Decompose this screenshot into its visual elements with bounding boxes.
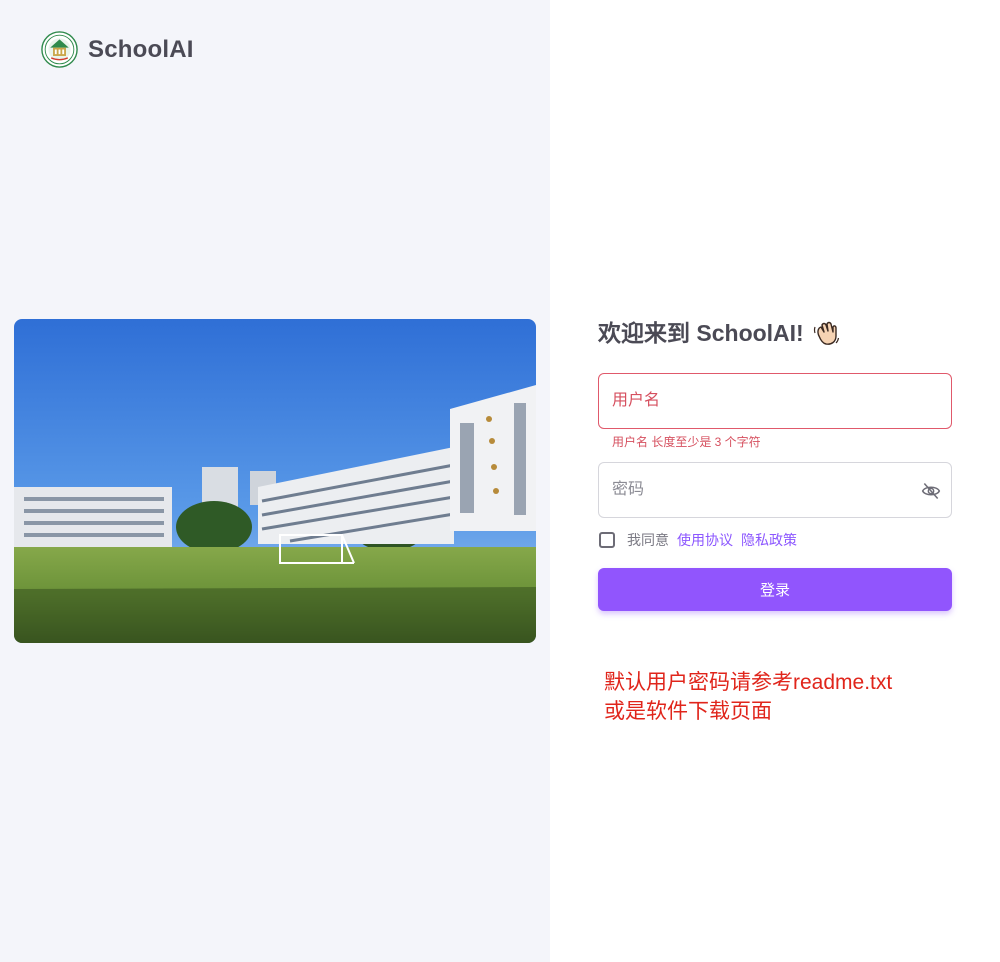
terms-link[interactable]: 使用协议 (677, 530, 733, 550)
login-form: 欢迎来到 SchoolAI! 用户名 长度至少是 3 个字符 我同意 使用协议 … (598, 316, 952, 611)
brand[interactable]: SchoolAI (41, 31, 194, 68)
welcome-text: 欢迎来到 SchoolAI! (598, 320, 804, 346)
username-error: 用户名 长度至少是 3 个字符 (612, 435, 761, 449)
default-credentials-notice: 默认用户密码请参考readme.txt 或是软件下载页面 (604, 668, 934, 726)
eye-off-icon[interactable] (921, 481, 941, 501)
username-input[interactable] (599, 374, 951, 428)
password-input[interactable] (599, 463, 951, 517)
agree-checkbox[interactable] (599, 532, 615, 548)
illustration-panel: SchoolAI (0, 0, 550, 962)
login-panel: 欢迎来到 SchoolAI! 用户名 长度至少是 3 个字符 我同意 使用协议 … (550, 0, 1000, 962)
campus-photo (14, 319, 536, 643)
welcome-heading: 欢迎来到 SchoolAI! (598, 316, 952, 350)
notice-line-1: 默认用户密码请参考readme.txt (604, 671, 893, 694)
notice-line-2: 或是软件下载页面 (604, 700, 772, 723)
brand-name: SchoolAI (88, 35, 194, 63)
school-emblem-icon (41, 31, 78, 68)
login-button[interactable]: 登录 (598, 568, 952, 611)
agree-label: 我同意 (627, 532, 669, 548)
username-field[interactable] (598, 373, 952, 429)
privacy-link[interactable]: 隐私政策 (741, 530, 797, 550)
waving-hand-icon (813, 321, 839, 345)
agreement-row: 我同意 使用协议 隐私政策 (598, 530, 952, 550)
password-field[interactable] (598, 462, 952, 518)
